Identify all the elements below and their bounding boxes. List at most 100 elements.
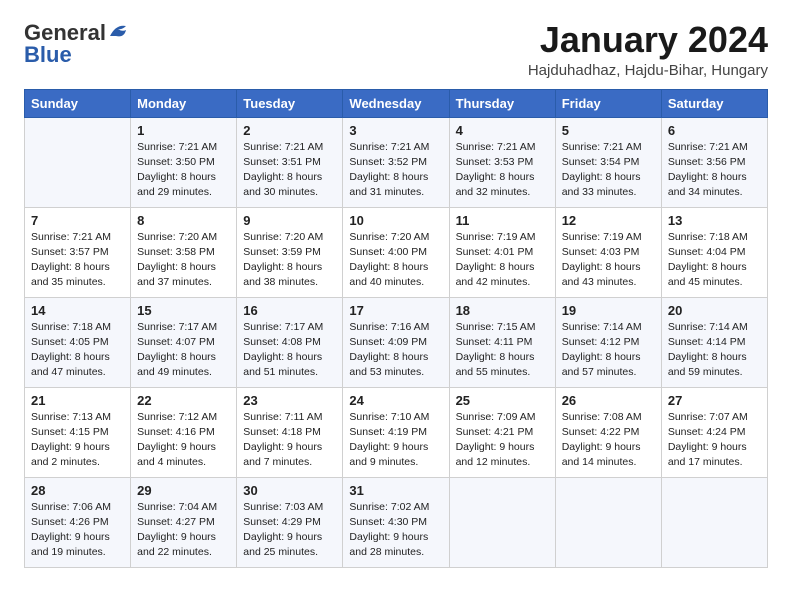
cell-text: Sunrise: 7:14 AMSunset: 4:14 PMDaylight:… [668, 321, 748, 379]
title-block: January 2024 Hajduhadhaz, Hajdu-Bihar, H… [528, 20, 768, 79]
day-number: 29 [137, 483, 230, 498]
day-number: 12 [562, 213, 655, 228]
calendar-cell: 6 Sunrise: 7:21 AMSunset: 3:56 PMDaylight… [661, 117, 767, 207]
cell-text: Sunrise: 7:21 AMSunset: 3:52 PMDaylight:… [349, 141, 429, 199]
logo-blue: Blue [24, 42, 72, 68]
cell-text: Sunrise: 7:19 AMSunset: 4:01 PMDaylight:… [456, 231, 536, 289]
day-number: 4 [456, 123, 549, 138]
weekday-header-wednesday: Wednesday [343, 89, 449, 117]
calendar-cell [25, 117, 131, 207]
calendar-cell: 30Sunrise: 7:03 AMSunset: 4:29 PMDayligh… [237, 477, 343, 567]
calendar-table: SundayMondayTuesdayWednesdayThursdayFrid… [24, 89, 768, 568]
cell-text: Sunrise: 7:11 AMSunset: 4:18 PMDaylight:… [243, 411, 322, 469]
day-number: 1 [137, 123, 230, 138]
cell-text: Sunrise: 7:09 AMSunset: 4:21 PMDaylight:… [456, 411, 536, 469]
weekday-header-thursday: Thursday [449, 89, 555, 117]
cell-text: Sunrise: 7:08 AMSunset: 4:22 PMDaylight:… [562, 411, 642, 469]
calendar-cell: 31 Sunrise: 7:02 AMSunset: 4:30 PMDayligh… [343, 477, 449, 567]
cell-text: Sunrise: 7:20 AMSunset: 3:59 PMDaylight:… [243, 231, 323, 289]
cell-text: Sunrise: 7:04 AMSunset: 4:27 PMDaylight:… [137, 501, 217, 559]
cell-text: Sunrise: 7:06 AMSunset: 4:26 PMDaylight:… [31, 501, 111, 559]
logo-bird-icon [108, 22, 130, 40]
calendar-cell: 7 Sunrise: 7:21 AMSunset: 3:57 PMDaylight… [25, 207, 131, 297]
calendar-cell: 29 Sunrise: 7:04 AMSunset: 4:27 PMDayligh… [131, 477, 237, 567]
cell-text: Sunrise: 7:02 AMSunset: 4:30 PMDaylight:… [349, 501, 429, 559]
day-number: 6 [668, 123, 761, 138]
day-number: 24 [349, 393, 442, 408]
day-number: 7 [31, 213, 124, 228]
calendar-cell: 2Sunrise: 7:21 AMSunset: 3:51 PMDaylight… [237, 117, 343, 207]
cell-text: Sunrise: 7:15 AMSunset: 4:11 PMDaylight:… [456, 321, 536, 379]
cell-text: Sunrise: 7:18 AMSunset: 4:05 PMDaylight:… [31, 321, 111, 379]
cell-text: Sunrise: 7:16 AMSunset: 4:09 PMDaylight:… [349, 321, 429, 379]
weekday-header-friday: Friday [555, 89, 661, 117]
day-number: 8 [137, 213, 230, 228]
day-number: 14 [31, 303, 124, 318]
calendar-cell: 5 Sunrise: 7:21 AMSunset: 3:54 PMDaylight… [555, 117, 661, 207]
calendar-cell [449, 477, 555, 567]
day-number: 2 [243, 123, 336, 138]
month-title: January 2024 [528, 20, 768, 60]
day-number: 10 [349, 213, 442, 228]
calendar-cell: 4 Sunrise: 7:21 AMSunset: 3:53 PMDaylight… [449, 117, 555, 207]
day-number: 22 [137, 393, 230, 408]
cell-text: Sunrise: 7:12 AMSunset: 4:16 PMDaylight:… [137, 411, 217, 469]
day-number: 5 [562, 123, 655, 138]
cell-text: Sunrise: 7:21 AMSunset: 3:56 PMDaylight:… [668, 141, 748, 199]
cell-text: Sunrise: 7:21 AMSunset: 3:53 PMDaylight:… [456, 141, 536, 199]
calendar-cell: 3 Sunrise: 7:21 AMSunset: 3:52 PMDaylight… [343, 117, 449, 207]
day-number: 13 [668, 213, 761, 228]
day-number: 15 [137, 303, 230, 318]
location-title: Hajduhadhaz, Hajdu-Bihar, Hungary [528, 62, 768, 79]
calendar-cell: 28 Sunrise: 7:06 AMSunset: 4:26 PMDayligh… [25, 477, 131, 567]
cell-text: Sunrise: 7:21 AMSunset: 3:50 PMDaylight:… [137, 141, 217, 199]
day-number: 31 [349, 483, 442, 498]
day-number: 27 [668, 393, 761, 408]
cell-text: Sunrise: 7:10 AMSunset: 4:19 PMDaylight:… [349, 411, 429, 469]
calendar-cell: 17 Sunrise: 7:16 AMSunset: 4:09 PMDayligh… [343, 297, 449, 387]
calendar-cell: 23 Sunrise: 7:11 AMSunset: 4:18 PMDayligh… [237, 387, 343, 477]
calendar-cell: 18Sunrise: 7:15 AMSunset: 4:11 PMDayligh… [449, 297, 555, 387]
cell-text: Sunrise: 7:18 AMSunset: 4:04 PMDaylight:… [668, 231, 748, 289]
calendar-cell: 19 Sunrise: 7:14 AMSunset: 4:12 PMDayligh… [555, 297, 661, 387]
cell-text: Sunrise: 7:14 AMSunset: 4:12 PMDaylight:… [562, 321, 642, 379]
cell-text: Sunrise: 7:13 AMSunset: 4:15 PMDaylight:… [31, 411, 111, 469]
day-number: 21 [31, 393, 124, 408]
calendar-cell: 10Sunrise: 7:20 AMSunset: 4:00 PMDayligh… [343, 207, 449, 297]
cell-text: Sunrise: 7:03 AMSunset: 4:29 PMDaylight:… [243, 501, 323, 559]
calendar-cell: 15 Sunrise: 7:17 AMSunset: 4:07 PMDayligh… [131, 297, 237, 387]
calendar-cell: 20 Sunrise: 7:14 AMSunset: 4:14 PMDayligh… [661, 297, 767, 387]
weekday-header-tuesday: Tuesday [237, 89, 343, 117]
calendar-cell: 8Sunrise: 7:20 AMSunset: 3:58 PMDaylight… [131, 207, 237, 297]
calendar-cell: 22 Sunrise: 7:12 AMSunset: 4:16 PMDayligh… [131, 387, 237, 477]
cell-text: Sunrise: 7:17 AMSunset: 4:07 PMDaylight:… [137, 321, 217, 379]
calendar-cell: 21 Sunrise: 7:13 AMSunset: 4:15 PMDayligh… [25, 387, 131, 477]
day-number: 26 [562, 393, 655, 408]
day-number: 28 [31, 483, 124, 498]
calendar-cell: 26 Sunrise: 7:08 AMSunset: 4:22 PMDayligh… [555, 387, 661, 477]
day-number: 25 [456, 393, 549, 408]
calendar-cell: 25 Sunrise: 7:09 AMSunset: 4:21 PMDayligh… [449, 387, 555, 477]
logo: General Blue [24, 20, 130, 68]
day-number: 20 [668, 303, 761, 318]
calendar-cell: 24 Sunrise: 7:10 AMSunset: 4:19 PMDayligh… [343, 387, 449, 477]
weekday-header-sunday: Sunday [25, 89, 131, 117]
calendar-cell [555, 477, 661, 567]
calendar-cell: 11 Sunrise: 7:19 AMSunset: 4:01 PMDayligh… [449, 207, 555, 297]
calendar-cell: 13 Sunrise: 7:18 AMSunset: 4:04 PMDayligh… [661, 207, 767, 297]
day-number: 3 [349, 123, 442, 138]
calendar-cell: 16Sunrise: 7:17 AMSunset: 4:08 PMDayligh… [237, 297, 343, 387]
cell-text: Sunrise: 7:19 AMSunset: 4:03 PMDaylight:… [562, 231, 642, 289]
day-number: 16 [243, 303, 336, 318]
calendar-cell: 9Sunrise: 7:20 AMSunset: 3:59 PMDaylight… [237, 207, 343, 297]
cell-text: Sunrise: 7:21 AMSunset: 3:54 PMDaylight:… [562, 141, 642, 199]
day-number: 11 [456, 213, 549, 228]
day-number: 23 [243, 393, 336, 408]
day-number: 19 [562, 303, 655, 318]
cell-text: Sunrise: 7:21 AMSunset: 3:57 PMDaylight:… [31, 231, 111, 289]
weekday-header-monday: Monday [131, 89, 237, 117]
calendar-cell: 12 Sunrise: 7:19 AMSunset: 4:03 PMDayligh… [555, 207, 661, 297]
calendar-cell: 14 Sunrise: 7:18 AMSunset: 4:05 PMDayligh… [25, 297, 131, 387]
cell-text: Sunrise: 7:07 AMSunset: 4:24 PMDaylight:… [668, 411, 748, 469]
day-number: 17 [349, 303, 442, 318]
